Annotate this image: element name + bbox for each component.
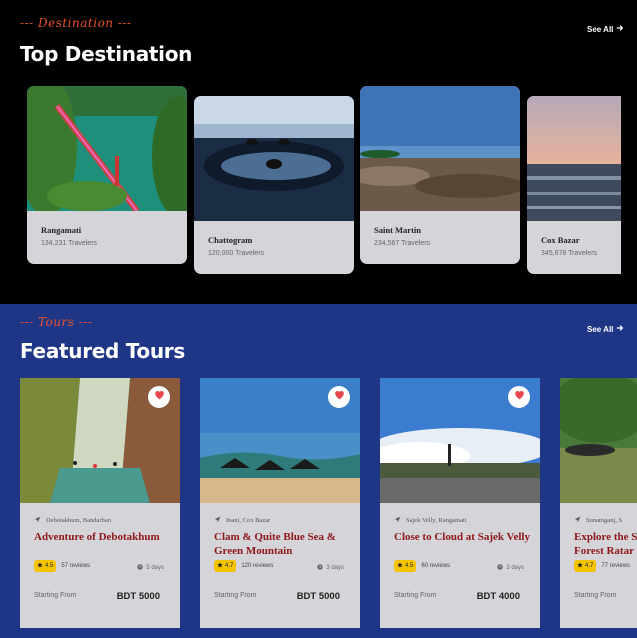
- tour-location-text: Sunamganj, S: [586, 517, 623, 524]
- tour-location: Debotakhum, Bandarban: [34, 516, 111, 525]
- rating-badge: 4.5: [394, 560, 417, 572]
- tour-card-sunamganj[interactable]: Sunamganj, S Explore the S Forest Ratar …: [560, 378, 637, 628]
- destination-image: [360, 86, 520, 211]
- tour-location-text: Sajek Velly, Rangamati: [406, 517, 467, 524]
- tours-title: Featured Tours: [20, 339, 185, 363]
- duration-text: 3 days: [506, 565, 524, 571]
- tour-location: Sunamganj, S: [574, 516, 622, 525]
- clock-icon: [317, 564, 324, 572]
- favorite-button[interactable]: [508, 386, 530, 408]
- tour-location: Sajek Velly, Rangamati: [394, 516, 467, 525]
- tour-rating: 4.5 60 reviews: [394, 560, 450, 572]
- location-arrow-icon: [574, 516, 581, 525]
- tour-card-debotakhum[interactable]: Debotakhum, Bandarban Adventure of Debot…: [20, 378, 180, 628]
- arrow-right-icon: [616, 24, 624, 34]
- review-count: 120 reviews: [241, 563, 274, 569]
- heart-icon: [153, 388, 166, 406]
- duration-text: 3 days: [326, 565, 344, 571]
- duration-text: 5 days: [146, 565, 164, 571]
- tour-location: Inani, Cox Bazar: [214, 516, 270, 525]
- review-count: 60 reviews: [421, 563, 451, 569]
- review-count: 77 reviews: [601, 563, 631, 569]
- clock-icon: [137, 564, 144, 572]
- rating-value: 4.7: [225, 563, 234, 569]
- rating-value: 4.5: [45, 563, 54, 569]
- location-arrow-icon: [214, 516, 221, 525]
- rating-value: 4.5: [405, 563, 414, 569]
- destination-title: Top Destination: [20, 42, 193, 66]
- clock-icon: [497, 564, 504, 572]
- starting-from-label: Starting From: [34, 592, 77, 599]
- arrow-right-icon: [616, 324, 624, 334]
- tour-image: [560, 378, 637, 503]
- destination-travelers: 120,000 Travelers: [208, 250, 265, 257]
- tour-card-sajek[interactable]: Sajek Velly, Rangamati Close to Cloud at…: [380, 378, 540, 628]
- favorite-button[interactable]: [148, 386, 170, 408]
- heart-icon: [513, 388, 526, 406]
- destination-travelers: 134,231 Travelers: [41, 240, 98, 247]
- tour-rating: 4.7 77 reviews: [574, 560, 630, 572]
- star-icon: [37, 562, 43, 570]
- starting-from-label: Starting From: [214, 592, 257, 599]
- destination-section: --- Destination --- Top Destination See …: [0, 0, 637, 304]
- star-icon: [397, 562, 403, 570]
- destination-travelers: 234,567 Travelers: [374, 240, 431, 247]
- destination-name: Cox Bazar: [541, 235, 580, 245]
- rating-badge: 4.7: [214, 560, 237, 572]
- heart-icon: [333, 388, 346, 406]
- destination-see-all-link[interactable]: See All: [587, 24, 624, 34]
- destination-card-saint-martin[interactable]: Saint Martin 234,567 Travelers: [360, 86, 520, 264]
- rating-badge: 4.5: [34, 560, 57, 572]
- tour-title[interactable]: Adventure of Debotakhum: [34, 530, 174, 544]
- destination-eyebrow: --- Destination ---: [20, 16, 132, 30]
- tour-title[interactable]: Close to Cloud at Sajek Velly: [394, 530, 534, 544]
- starting-from-label: Starting From: [394, 592, 437, 599]
- tour-rating: 4.5 57 reviews: [34, 560, 90, 572]
- tour-price: BDT 4000: [476, 591, 520, 602]
- see-all-label: See All: [587, 24, 614, 34]
- destination-image: [27, 86, 187, 211]
- tour-duration: 3 days: [497, 564, 524, 572]
- tour-rating: 4.7 120 reviews: [214, 560, 273, 572]
- tour-card-inani[interactable]: Inani, Cox Bazar Clam & Quite Blue Sea &…: [200, 378, 360, 628]
- location-arrow-icon: [394, 516, 401, 525]
- destination-name: Rangamati: [41, 225, 82, 235]
- favorite-button[interactable]: [328, 386, 350, 408]
- tour-duration: 5 days: [137, 564, 164, 572]
- rating-value: 4.7: [585, 563, 594, 569]
- tour-title[interactable]: Clam & Quite Blue Sea & Green Mountain: [214, 530, 354, 558]
- destination-name: Chattogram: [208, 235, 253, 245]
- tour-title[interactable]: Explore the S Forest Ratar: [574, 530, 637, 558]
- carousel-edge-mask: [621, 90, 637, 280]
- destination-name: Saint Martin: [374, 225, 421, 235]
- destination-card-rangamati[interactable]: Rangamati 134,231 Travelers: [27, 86, 187, 264]
- destination-image: [194, 96, 354, 221]
- location-arrow-icon: [34, 516, 41, 525]
- rating-badge: 4.7: [574, 560, 597, 572]
- tour-price: BDT 5000: [116, 591, 160, 602]
- tours-see-all-link[interactable]: See All: [587, 324, 624, 334]
- tour-location-text: Inani, Cox Bazar: [226, 517, 271, 524]
- destination-card-chattogram[interactable]: Chattogram 120,000 Travelers: [194, 96, 354, 274]
- tours-eyebrow: --- Tours ---: [20, 315, 93, 329]
- destination-travelers: 345,678 Travelers: [541, 250, 598, 257]
- see-all-label: See All: [587, 324, 614, 334]
- starting-from-label: Starting From: [574, 592, 617, 599]
- tour-duration: 3 days: [317, 564, 344, 572]
- star-icon: [217, 562, 223, 570]
- star-icon: [577, 562, 583, 570]
- tour-price: BDT 5000: [296, 591, 340, 602]
- tour-location-text: Debotakhum, Bandarban: [46, 517, 111, 524]
- review-count: 57 reviews: [61, 563, 91, 569]
